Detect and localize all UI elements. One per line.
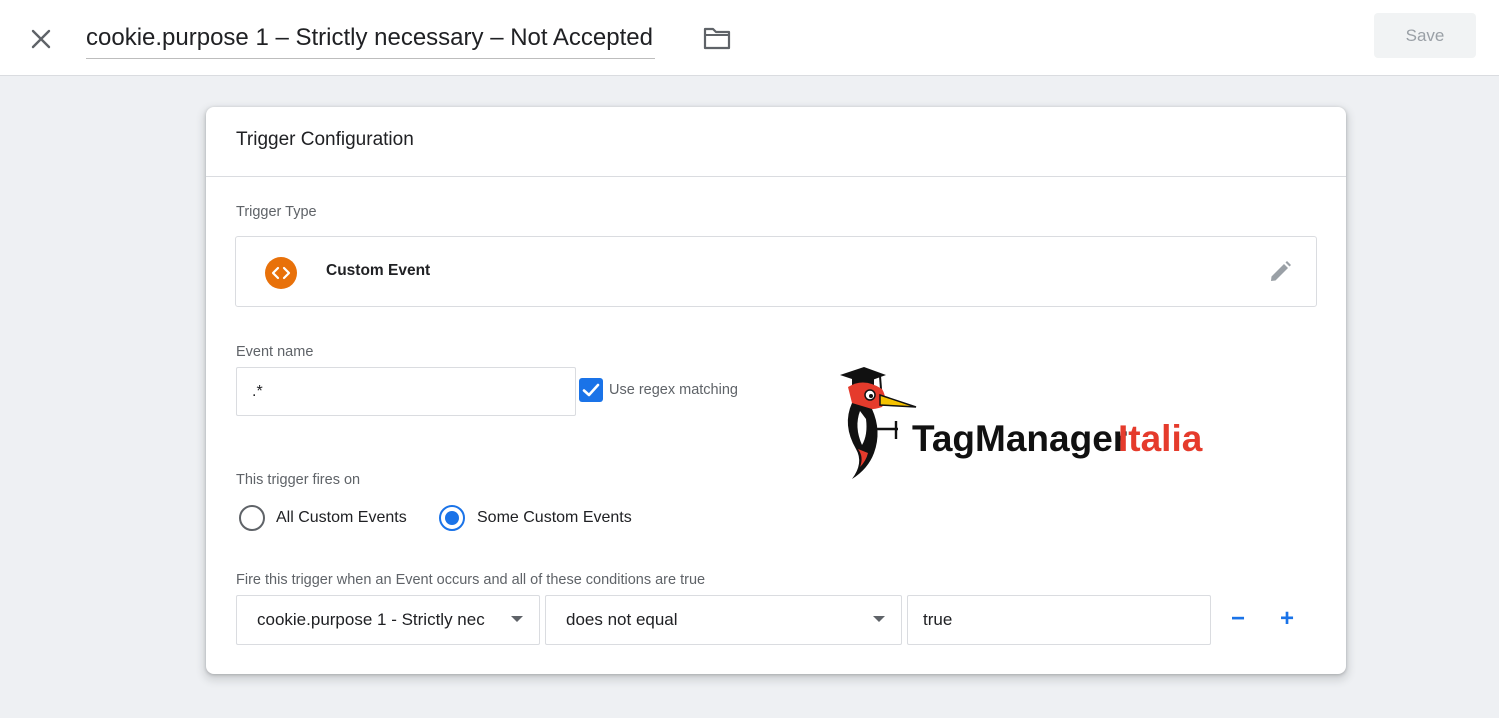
remove-condition-button[interactable]: − — [1224, 605, 1252, 633]
chevron-down-icon — [511, 616, 523, 622]
trigger-type-label: Trigger Type — [236, 204, 317, 220]
regex-checkbox[interactable] — [579, 378, 603, 402]
card-header: Trigger Configuration — [206, 107, 1346, 177]
logo-text-red: Italia — [1118, 418, 1203, 459]
radio-all-custom-events-label: All Custom Events — [276, 509, 407, 526]
tagmanageritalia-logo: TagManager Italia — [834, 365, 1254, 480]
add-condition-button[interactable]: + — [1273, 605, 1301, 633]
variable-select-value: cookie.purpose 1 - Strictly nec — [257, 610, 485, 629]
custom-event-icon — [265, 257, 297, 289]
folder-icon[interactable] — [702, 24, 732, 52]
card-title: Trigger Configuration — [236, 129, 414, 150]
radio-some-custom-events-label: Some Custom Events — [477, 509, 632, 526]
chevron-down-icon — [873, 616, 885, 622]
variable-select[interactable]: cookie.purpose 1 - Strictly nec — [236, 595, 540, 645]
pencil-icon[interactable] — [1266, 258, 1294, 286]
operator-select-value: does not equal — [566, 610, 678, 629]
trigger-name-field[interactable]: cookie.purpose 1 – Strictly necessary – … — [86, 18, 655, 59]
condition-value-input[interactable]: true — [907, 595, 1211, 645]
radio-all-custom-events[interactable] — [239, 505, 265, 531]
logo-text-dark: TagManager — [912, 418, 1127, 459]
trigger-configuration-card: Trigger Configuration Trigger Type Custo… — [206, 107, 1346, 674]
close-icon[interactable] — [26, 24, 56, 54]
event-name-label: Event name — [236, 344, 314, 360]
trigger-type-selector[interactable]: Custom Event — [235, 236, 1317, 307]
trigger-type-name: Custom Event — [326, 262, 431, 279]
radio-some-custom-events[interactable] — [439, 505, 465, 531]
operator-select[interactable]: does not equal — [545, 595, 902, 645]
save-button[interactable]: Save — [1374, 13, 1476, 58]
condition-label: Fire this trigger when an Event occurs a… — [236, 572, 706, 588]
top-bar: cookie.purpose 1 – Strictly necessary – … — [0, 0, 1499, 76]
fires-on-label: This trigger fires on — [236, 472, 361, 488]
regex-checkbox-label: Use regex matching — [609, 382, 738, 398]
event-name-input[interactable]: .* — [236, 367, 576, 416]
